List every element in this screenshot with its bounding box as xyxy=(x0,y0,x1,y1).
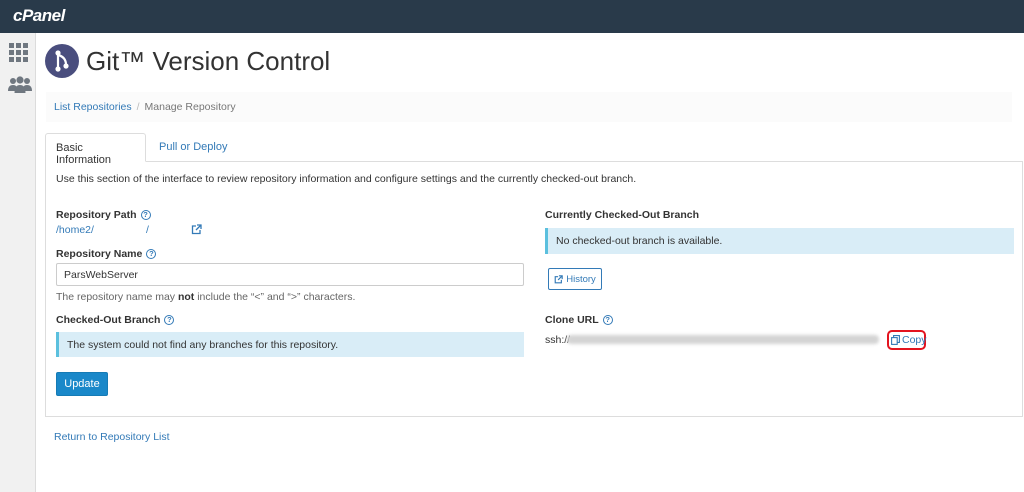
tab-pull-or-deploy[interactable]: Pull or Deploy xyxy=(149,133,237,162)
no-checked-out-branch-alert: No checked-out branch is available. xyxy=(545,228,1014,254)
clone-url-label: Clone URL? xyxy=(545,314,613,326)
sidebar xyxy=(0,33,36,492)
page-title: Git™ Version Control xyxy=(86,46,331,76)
page-header: Git™ Version Control xyxy=(44,41,1004,85)
checked-out-branch-label-text: Checked-Out Branch xyxy=(56,314,161,326)
repository-name-label-text: Repository Name xyxy=(56,248,143,260)
breadcrumb-current: Manage Repository xyxy=(144,101,236,113)
currently-checked-out-branch-label: Currently Checked-Out Branch xyxy=(545,209,700,221)
copy-label: Copy xyxy=(902,334,927,346)
clone-url-redacted xyxy=(567,335,879,344)
no-branches-alert: The system could not find any branches f… xyxy=(56,332,524,357)
checked-out-branch-label: Checked-Out Branch? xyxy=(56,314,175,326)
top-bar: cPanel xyxy=(0,0,1024,33)
users-icon[interactable] xyxy=(8,75,32,97)
tab-basic-information[interactable]: Basic Information xyxy=(45,133,146,166)
checked-out-branch-help-icon[interactable]: ? xyxy=(164,315,175,325)
clone-url-help-icon[interactable]: ? xyxy=(602,315,613,325)
repository-path-label: Repository Path? xyxy=(56,209,151,221)
history-button-label: History xyxy=(566,273,596,285)
name-help-post: include the “<” and “>” characters. xyxy=(194,291,356,303)
repository-name-label: Repository Name? xyxy=(56,248,157,260)
copy-button[interactable]: Copy xyxy=(891,334,927,346)
basic-information-panel: Use this section of the interface to rev… xyxy=(45,161,1023,417)
intro-text: Use this section of the interface to rev… xyxy=(56,173,637,185)
tab-bar: Basic Information Pull or Deploy xyxy=(45,133,1023,166)
main-content: Git™ Version Control List Repositories / M… xyxy=(36,33,1024,492)
update-button[interactable]: Update xyxy=(56,372,108,396)
repository-path-help-icon[interactable]: ? xyxy=(140,210,151,220)
name-help-pre: The repository name may xyxy=(56,291,178,303)
name-help-bold: not xyxy=(177,291,195,303)
cpanel-logo[interactable]: cPanel xyxy=(13,6,65,26)
repository-name-input[interactable] xyxy=(56,263,524,286)
breadcrumb: List Repositories / Manage Repository xyxy=(46,92,1012,122)
history-button[interactable]: History xyxy=(548,268,602,290)
return-to-repository-list-link[interactable]: Return to Repository List xyxy=(54,431,170,443)
repository-path-separator: / xyxy=(146,224,149,236)
external-link-icon xyxy=(554,274,563,283)
git-logo-icon xyxy=(45,44,79,78)
breadcrumb-separator: / xyxy=(136,101,140,113)
repository-path-link[interactable]: /home2/ xyxy=(56,224,94,236)
clone-url-label-text: Clone URL xyxy=(545,314,599,326)
repository-path-label-text: Repository Path xyxy=(56,209,137,221)
copy-icon xyxy=(891,335,900,345)
external-link-icon[interactable] xyxy=(191,224,202,235)
apps-grid-icon[interactable] xyxy=(8,41,30,63)
repository-name-help-icon[interactable]: ? xyxy=(146,249,157,259)
breadcrumb-list-repositories[interactable]: List Repositories xyxy=(54,101,132,113)
repository-name-help-text: The repository name may not include the … xyxy=(56,291,355,303)
